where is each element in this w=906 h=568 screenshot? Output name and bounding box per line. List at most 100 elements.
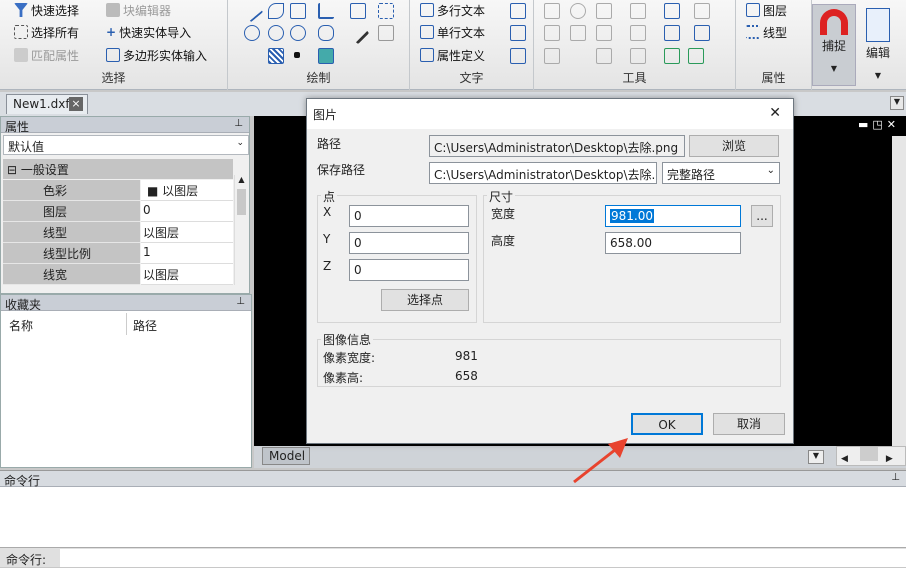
extend-icon[interactable] (630, 25, 646, 41)
mirror-icon[interactable] (596, 3, 612, 19)
section-cell: ⊟ 一般设置 (3, 159, 233, 179)
rotate-icon[interactable] (570, 3, 586, 19)
property-value[interactable]: 0 (141, 201, 233, 222)
array-icon[interactable] (630, 3, 646, 19)
path-field[interactable]: C:\Users\Administrator\Desktop\去除.png (429, 135, 685, 157)
window-controls[interactable]: ▬◳✕ (858, 118, 900, 131)
command-field[interactable] (60, 549, 906, 567)
x-input[interactable]: 0 (349, 205, 469, 227)
circle-3p-icon[interactable] (268, 25, 284, 41)
property-row[interactable]: 线宽 以图层 (3, 264, 233, 285)
image-icon[interactable] (318, 48, 334, 64)
vertical-scrollbar[interactable] (892, 136, 906, 446)
edit-button[interactable]: 编辑 ▼ (856, 4, 900, 86)
pick-point-button[interactable]: 选择点 (381, 289, 469, 311)
arc-icon[interactable] (290, 25, 306, 41)
point-icon[interactable] (294, 52, 300, 58)
z-input[interactable]: 0 (349, 259, 469, 281)
explode-icon[interactable] (664, 25, 680, 41)
scroll-left-icon[interactable]: ◀ (837, 454, 852, 464)
property-row[interactable]: 线型比例 1 (3, 243, 233, 264)
properties-scrollbar[interactable]: ▲ (234, 175, 248, 285)
break-icon[interactable] (630, 48, 646, 64)
property-row[interactable]: 图层 0 (3, 201, 233, 222)
text-check-icon[interactable] (510, 48, 526, 64)
text-edit-icon[interactable] (510, 25, 526, 41)
horizontal-scrollbar[interactable]: ◀ ▶ (836, 446, 906, 466)
chevron-down-icon: ▼ (830, 64, 838, 73)
linetype-button[interactable]: 线型 (746, 23, 787, 41)
polygon-icon (106, 48, 120, 62)
width-input[interactable]: 981.00 (605, 205, 741, 227)
chevron-down-icon[interactable]: ▼ (890, 96, 904, 110)
path-label: 路径 (317, 137, 342, 151)
save-mode-select[interactable]: 完整路径 ⌄ (662, 162, 780, 184)
close-icon[interactable]: ✕ (769, 105, 781, 121)
property-row[interactable]: 色彩 ■ 以图层 (3, 180, 233, 201)
hatch-icon[interactable] (378, 3, 394, 19)
rectangle-icon[interactable] (290, 3, 306, 19)
text-button[interactable]: 单行文本 (420, 23, 485, 41)
match-properties-button[interactable]: 匹配属性 (14, 46, 79, 64)
quick-select-button[interactable]: 快速选择 (14, 1, 79, 19)
erase-icon[interactable] (544, 25, 560, 41)
property-value[interactable]: 1 (141, 243, 233, 264)
block-editor-button[interactable]: 块编辑器 (106, 1, 171, 19)
doc-tab[interactable]: New1.dxf × (6, 94, 88, 114)
preset-select[interactable]: 默认值 ⌄ (3, 135, 249, 155)
property-key: 图层 (3, 201, 140, 222)
layer-button[interactable]: 图层 (746, 1, 787, 19)
measure-icon[interactable] (688, 48, 704, 64)
pin-icon[interactable]: ⊥ (236, 296, 245, 307)
scroll-right-icon[interactable]: ▶ (878, 454, 893, 464)
mtext-button[interactable]: 多行文本 (420, 1, 485, 19)
copy-icon[interactable] (664, 3, 680, 19)
section-row[interactable]: ⊟ 一般设置 (3, 159, 233, 179)
cancel-button[interactable]: 取消 (713, 413, 785, 435)
model-tab[interactable]: Model (262, 447, 310, 465)
pin-icon[interactable]: ⊥ (234, 118, 243, 129)
line-icon[interactable] (240, 0, 264, 23)
ellipse-icon[interactable] (318, 25, 334, 41)
y-input[interactable]: 0 (349, 232, 469, 254)
property-row[interactable]: 线型 以图层 (3, 222, 233, 243)
select-all-button[interactable]: 选择所有 (14, 23, 79, 41)
property-value[interactable]: ■ 以图层 (141, 180, 233, 201)
text-style-icon[interactable] (510, 3, 526, 19)
polygon-entity-input-button[interactable]: 多边形实体输入 (106, 46, 207, 64)
more-button[interactable]: ... (751, 205, 773, 227)
stretch-icon[interactable] (570, 25, 586, 41)
scale-icon[interactable] (694, 3, 710, 19)
table-icon[interactable] (378, 25, 394, 41)
property-value[interactable]: 以图层 (141, 222, 233, 243)
browse-button[interactable]: 浏览 (689, 135, 779, 157)
fillet-icon[interactable] (596, 48, 612, 64)
join-icon[interactable] (664, 48, 680, 64)
chamfer-icon[interactable] (544, 48, 560, 64)
magnet-icon (820, 9, 848, 35)
close-icon[interactable]: × (69, 97, 83, 111)
save-path-field[interactable]: C:\Users\Administrator\Desktop\去除.png (429, 162, 657, 184)
pixel-height-label: 像素高: (323, 371, 364, 385)
scroll-thumb (859, 447, 878, 461)
trim-icon[interactable] (596, 25, 612, 41)
draw-group: 绘制 (228, 0, 410, 90)
offset-icon[interactable] (694, 25, 710, 41)
height-input[interactable]: 658.00 (605, 232, 741, 254)
circle-icon[interactable] (244, 25, 260, 41)
quick-entity-import-button[interactable]: + 快速实体导入 (106, 23, 191, 41)
spline-icon[interactable] (318, 3, 334, 19)
attdef-button[interactable]: 属性定义 (420, 46, 485, 64)
snap-button[interactable]: 捕捉 ▼ (812, 4, 856, 86)
info-fieldset (317, 339, 781, 387)
property-value[interactable]: 以图层 (141, 264, 233, 285)
move-icon[interactable] (544, 3, 560, 19)
chevron-down-icon[interactable]: ▼ (808, 450, 824, 464)
text-a-icon (420, 3, 434, 17)
gradient-icon[interactable] (268, 48, 284, 64)
block-insert-icon[interactable] (350, 3, 366, 19)
attr-group-label: 属性 (761, 71, 786, 85)
pin-icon[interactable]: ⊥ (891, 472, 900, 483)
polyline-icon[interactable] (268, 3, 284, 19)
pen-icon[interactable] (346, 21, 370, 45)
